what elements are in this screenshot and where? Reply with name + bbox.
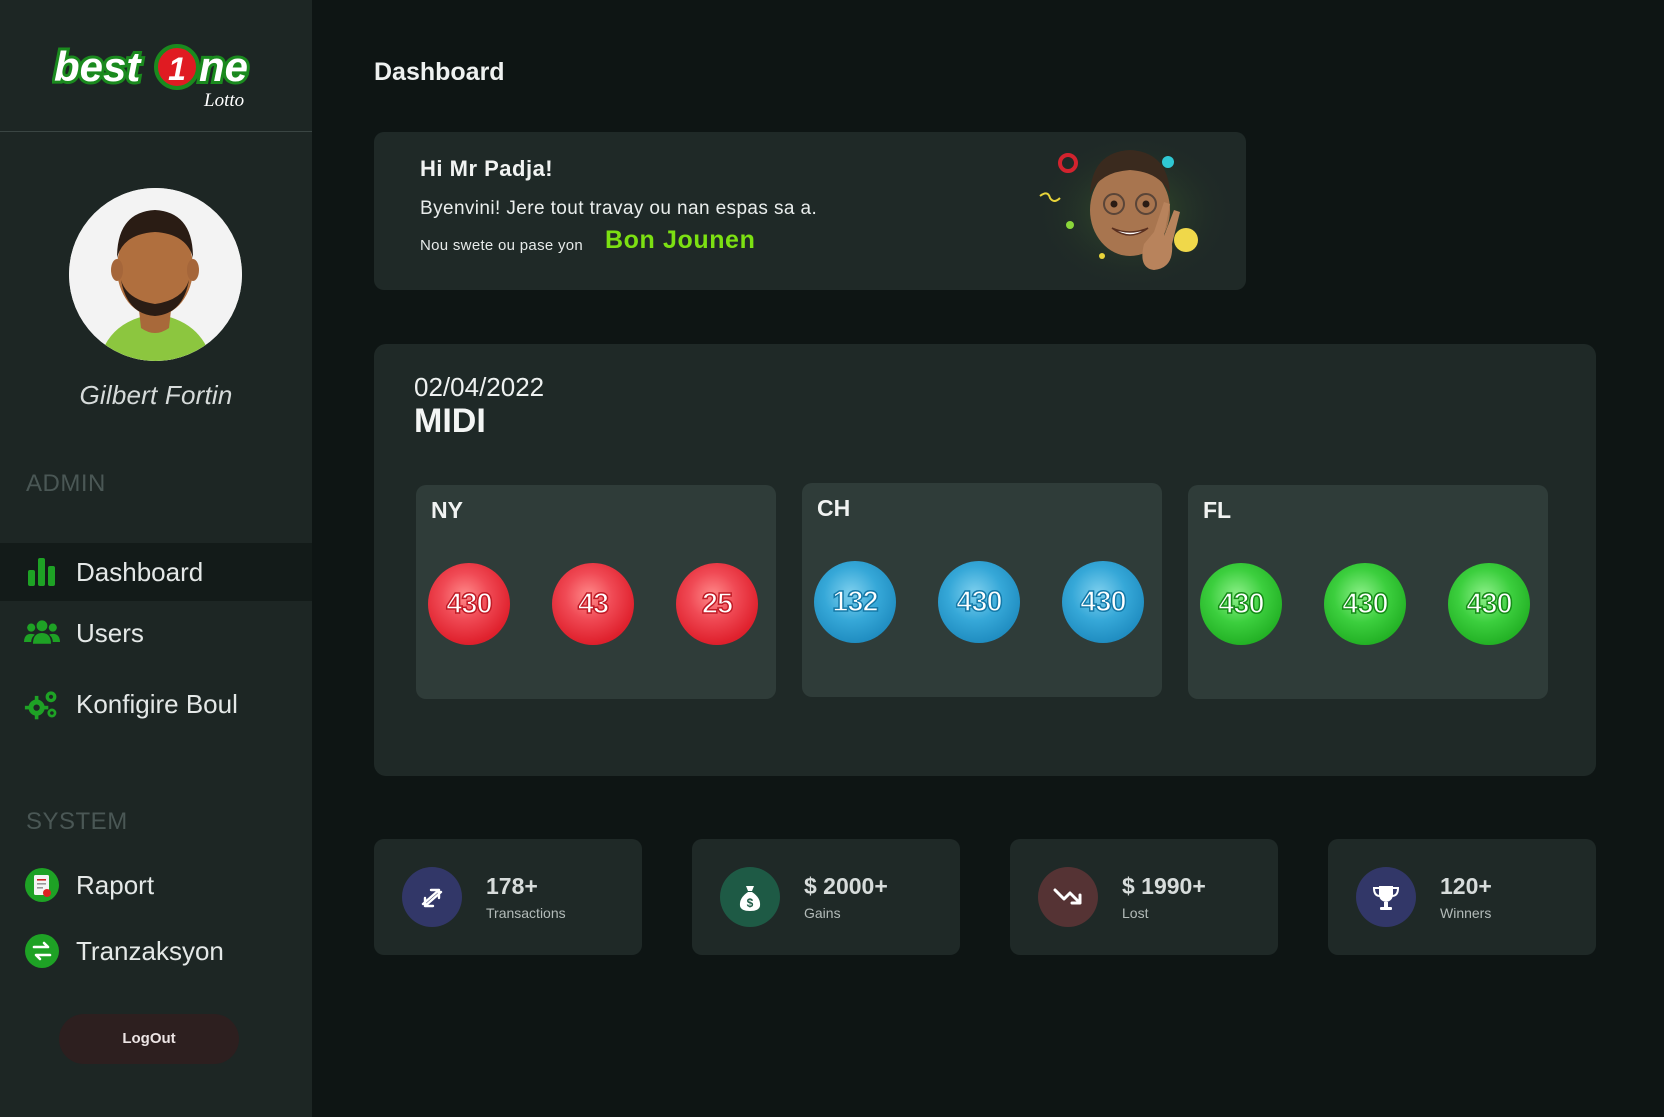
user-name: Gilbert Fortin — [79, 380, 233, 410]
draw-date: 02/04/2022 — [414, 372, 545, 402]
report-icon — [22, 865, 62, 905]
result-ball: 430 — [1062, 561, 1144, 643]
welcome-card: Hi Mr Padja! Byenvini! Jere tout travay … — [374, 132, 1246, 290]
result-ball: 25 — [676, 563, 758, 645]
stat-label: Gains — [804, 905, 841, 921]
state-card-fl[interactable]: FL 430 430 430 — [1188, 485, 1548, 699]
stat-card-lost[interactable]: $ 1990+ Lost — [1010, 839, 1278, 955]
svg-text:1: 1 — [168, 51, 186, 87]
result-ball: 430 — [1448, 563, 1530, 645]
state-card-ch[interactable]: CH 132 430 430 — [802, 483, 1162, 697]
sidebar-item-users[interactable]: Users — [0, 604, 312, 662]
money-bag-icon: $ — [720, 867, 780, 927]
result-ball: 430 — [938, 561, 1020, 643]
gears-icon — [22, 684, 62, 724]
result-ball: 43 — [552, 563, 634, 645]
svg-text:$: $ — [747, 896, 754, 910]
stat-card-transactions[interactable]: 178+ Transactions — [374, 839, 642, 955]
welcome-wish-prefix: Nou swete ou pase yon — [420, 237, 584, 254]
section-label-system: SYSTEM — [26, 808, 128, 835]
section-label-admin: ADMIN — [26, 470, 106, 497]
state-name: CH — [817, 495, 851, 521]
user-avatar[interactable] — [69, 188, 242, 361]
trophy-icon — [1356, 867, 1416, 927]
sidebar: best 1 ne Lotto Gilbert Fortin ADMIN Das… — [0, 0, 312, 1117]
stat-value: $ 2000+ — [804, 873, 888, 899]
state-card-ny[interactable]: NY 430 43 25 — [416, 485, 776, 699]
transactions-icon — [402, 867, 462, 927]
svg-text:Lotto: Lotto — [203, 90, 244, 110]
sidebar-item-label: Dashboard — [76, 556, 204, 587]
result-ball: 132 — [814, 561, 896, 643]
memoji-illustration — [1014, 132, 1234, 290]
sidebar-item-label: Raport — [76, 869, 155, 900]
stat-value: $ 1990+ — [1122, 873, 1206, 899]
sidebar-item-raport[interactable]: Raport — [0, 856, 312, 914]
state-name: NY — [431, 497, 463, 523]
welcome-message: Byenvini! Jere tout travay ou nan espas … — [420, 198, 818, 219]
sidebar-item-konfigire-boul[interactable]: Konfigire Boul — [0, 675, 312, 733]
sidebar-item-label: Users — [76, 617, 144, 648]
welcome-wish-highlight: Bon Jounen — [605, 226, 756, 254]
brand-logo[interactable]: best 1 ne Lotto — [51, 38, 262, 111]
stat-label: Transactions — [486, 905, 566, 921]
logout-button[interactable]: LogOut — [59, 1014, 239, 1064]
sidebar-item-tranzaksyon[interactable]: Tranzaksyon — [0, 922, 312, 980]
result-ball: 430 — [1324, 563, 1406, 645]
trend-down-icon — [1038, 867, 1098, 927]
sidebar-item-label: Konfigire Boul — [76, 688, 238, 719]
stat-card-gains[interactable]: $ $ 2000+ Gains — [692, 839, 960, 955]
result-ball: 430 — [1200, 563, 1282, 645]
result-ball: 430 — [428, 563, 510, 645]
welcome-greeting: Hi Mr Padja! — [420, 156, 554, 181]
draw-results-panel: 02/04/2022 MIDI NY 430 43 25 CH 132 430 … — [374, 344, 1596, 776]
draw-period: MIDI — [414, 402, 486, 440]
stat-value: 120+ — [1440, 873, 1492, 899]
sidebar-item-dashboard[interactable]: Dashboard — [0, 543, 312, 601]
bar-chart-icon — [22, 552, 62, 592]
logo-area: best 1 ne Lotto — [0, 0, 312, 132]
sidebar-item-label: Tranzaksyon — [76, 935, 224, 966]
stat-label: Winners — [1440, 905, 1492, 921]
page-title: Dashboard — [374, 58, 505, 86]
stat-value: 178+ — [486, 873, 538, 899]
svg-text:best: best — [54, 43, 142, 90]
exchange-icon — [22, 931, 62, 971]
stat-label: Lost — [1122, 905, 1149, 921]
svg-text:ne: ne — [199, 43, 248, 90]
users-icon — [22, 613, 62, 653]
state-name: FL — [1203, 497, 1232, 523]
stat-card-winners[interactable]: 120+ Winners — [1328, 839, 1596, 955]
